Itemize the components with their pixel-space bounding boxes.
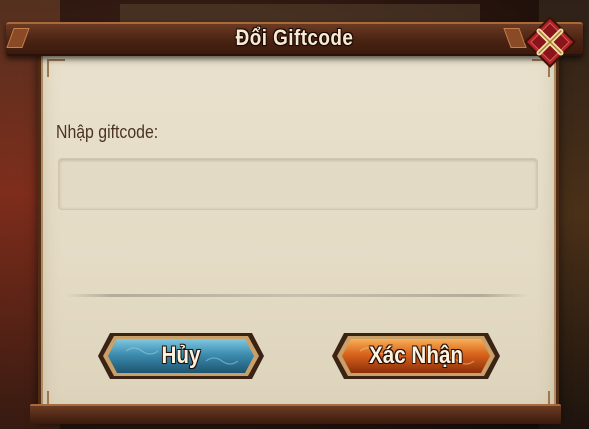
cancel-button[interactable]: Hủy [96,331,266,381]
confirm-button-label: Xác Nhận [368,342,464,369]
panel-corner-ornament [47,59,65,77]
giftcode-input[interactable] [58,158,538,210]
divider-line [66,294,528,297]
game-screen: Đổi Giftcode Nhập giftcode: Hủy Xác Nhận [0,0,589,429]
cancel-button-label: Hủy [161,342,201,369]
close-icon [524,16,576,68]
giftcode-input-label: Nhập giftcode: [56,122,159,142]
confirm-button[interactable]: Xác Nhận [330,331,502,381]
close-button[interactable] [522,14,578,70]
dialog-title: Đổi Giftcode [235,25,354,50]
dialog-bottom-frame [30,404,561,424]
